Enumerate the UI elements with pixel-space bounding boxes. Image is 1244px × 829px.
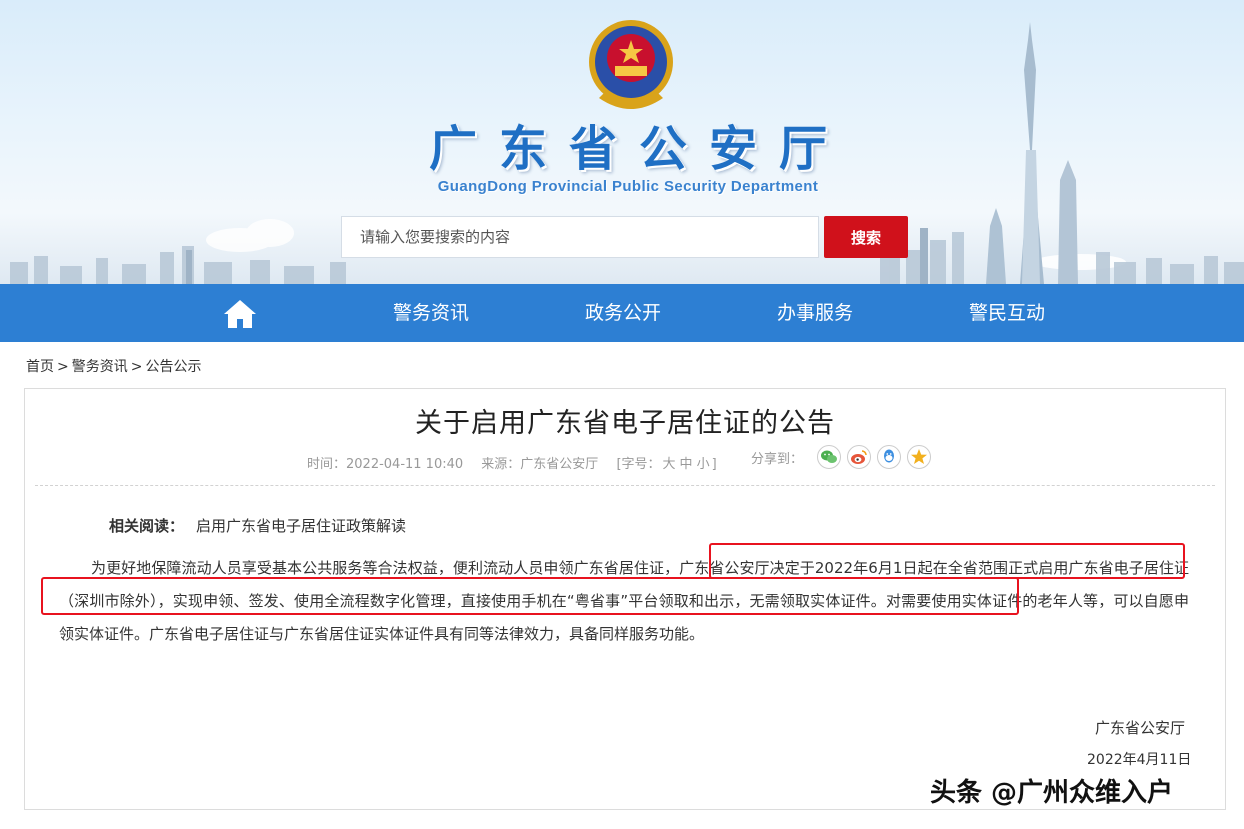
site-title: 广东省公安厅	[428, 121, 849, 177]
qzone-icon[interactable]	[907, 445, 932, 469]
highlight-box-red	[41, 577, 1019, 615]
highlight-box-red	[709, 543, 1185, 579]
header-divider	[35, 485, 1215, 486]
breadcrumb-police-news-link[interactable]: 警务资讯	[72, 359, 128, 375]
font-size-small[interactable]: 小	[697, 457, 710, 472]
search-button[interactable]: 搜索	[824, 216, 908, 258]
publish-time: 时间：2022-04-11 10:40	[307, 457, 464, 472]
nav-item-interaction[interactable]: 警民互动	[969, 284, 1045, 342]
site-subtitle: GuangDong Provincial Public Security Dep…	[437, 178, 819, 195]
article-source: 来源：广东省公安厅	[481, 457, 599, 472]
font-size-large[interactable]: 大	[663, 457, 676, 472]
search-input[interactable]	[342, 217, 818, 257]
watermark: 头条 @广州众维入户	[930, 778, 1174, 808]
related-reading-label: 相关阅读：	[109, 517, 185, 535]
article-meta: 时间：2022-04-11 10:40 来源：广东省公安厅 [字号：大中小]	[307, 453, 731, 472]
breadcrumb-separator: >	[57, 359, 69, 375]
wechat-icon[interactable]	[817, 445, 842, 469]
home-icon[interactable]	[222, 298, 258, 330]
article-title: 关于启用广东省电子居住证的公告	[415, 408, 835, 439]
font-size-medium[interactable]: 中	[680, 457, 693, 472]
share-bar: 分享到：	[751, 445, 937, 469]
nav-item-government-affairs[interactable]: 政务公开	[585, 284, 661, 342]
nav-item-services[interactable]: 办事服务	[777, 284, 853, 342]
weibo-icon[interactable]	[847, 445, 872, 469]
qq-icon[interactable]	[877, 445, 902, 469]
signature-date: 2022年4月11日	[1087, 752, 1192, 768]
related-reading-link[interactable]: 启用广东省电子居住证政策解读	[196, 517, 406, 535]
breadcrumb-separator: >	[130, 359, 143, 375]
police-emblem-icon	[589, 20, 673, 109]
font-size-suffix: ]	[711, 457, 717, 472]
share-label: 分享到：	[751, 451, 804, 467]
breadcrumb: 首页 > 警务资讯 > 公告公示	[26, 356, 201, 376]
nav-item-police-news[interactable]: 警务资讯	[393, 284, 469, 342]
breadcrumb-home-link[interactable]: 首页	[26, 359, 54, 375]
search-box	[341, 216, 819, 258]
article-panel: 关于启用广东省电子居住证的公告 时间：2022-04-11 10:40 来源：广…	[24, 388, 1226, 810]
font-size-prefix: [字号：	[616, 457, 661, 472]
font-size-control: [字号：大中小]	[616, 457, 716, 472]
main-nav: 警务资讯 政务公开 办事服务 警民互动	[0, 284, 1244, 342]
header-banner: 广东省公安厅 GuangDong Provincial Public Secur…	[0, 0, 1244, 284]
breadcrumb-notices-link[interactable]: 公告公示	[145, 359, 201, 375]
related-reading: 相关阅读： 启用广东省电子居住证政策解读	[109, 515, 406, 536]
signature-organization: 广东省公安厅	[1095, 719, 1186, 737]
